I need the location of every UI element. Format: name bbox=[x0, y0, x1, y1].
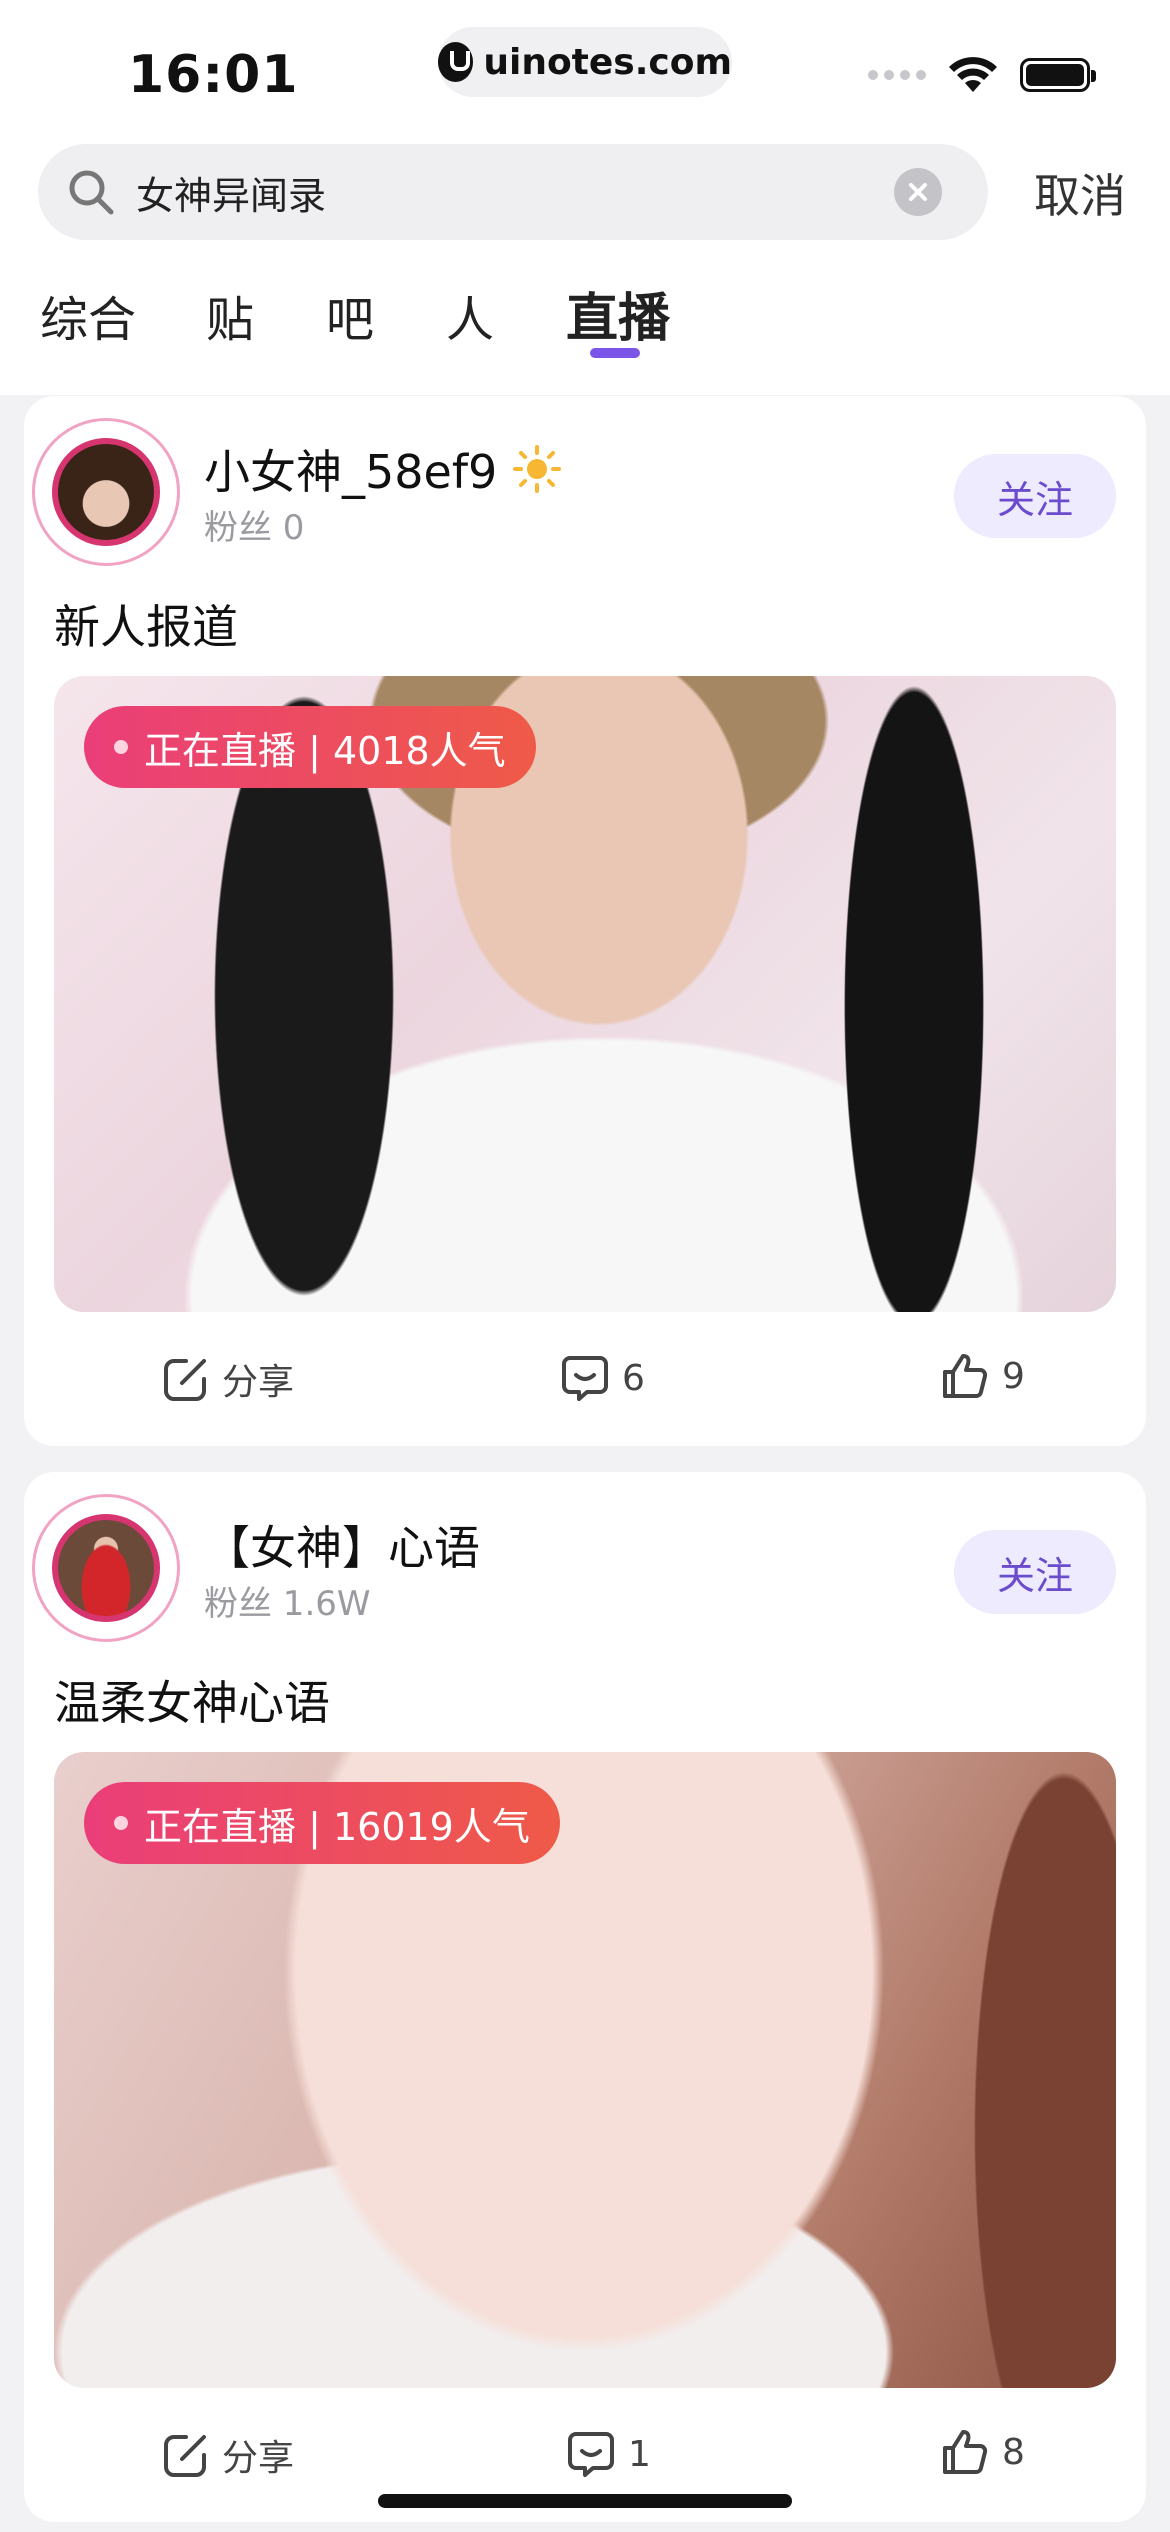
follow-button[interactable]: 关注 bbox=[954, 454, 1116, 538]
live-post-card[interactable]: 【女神】心语 粉丝 1.6W 关注 温柔女神心语 正在直播 | 16019人气 … bbox=[24, 1472, 1146, 2522]
live-dot-icon bbox=[114, 1816, 128, 1830]
wifi-icon bbox=[949, 57, 997, 92]
share-icon bbox=[164, 1359, 206, 1401]
live-stream-thumbnail[interactable]: 正在直播 | 16019人气 bbox=[54, 1752, 1116, 2388]
tab-posts[interactable]: 贴 bbox=[206, 280, 254, 350]
share-icon bbox=[164, 2435, 206, 2477]
share-button[interactable]: 分享 bbox=[162, 1353, 294, 1405]
comment-icon bbox=[562, 1356, 608, 1401]
url-pill[interactable]: uinotes.com bbox=[438, 27, 732, 97]
comment-icon bbox=[568, 2432, 614, 2477]
status-icons bbox=[868, 56, 1096, 94]
active-tab-indicator bbox=[590, 348, 640, 358]
signal-icon bbox=[868, 70, 926, 80]
thumbs-up-icon bbox=[943, 2430, 988, 2474]
tab-general[interactable]: 综合 bbox=[40, 280, 136, 350]
share-button[interactable]: 分享 bbox=[162, 2429, 294, 2481]
header: 16:01 uinotes.com 女神异闻录 取消 综合 贴 吧 人 直播 bbox=[0, 0, 1170, 395]
live-badge-text: 正在直播 | 16019人气 bbox=[144, 1804, 530, 1849]
url-text: uinotes.com bbox=[483, 41, 732, 83]
comment-button[interactable]: 6 bbox=[560, 1353, 645, 1403]
search-icon bbox=[69, 170, 114, 215]
home-indicator[interactable] bbox=[378, 2494, 792, 2508]
tab-people[interactable]: 人 bbox=[446, 280, 494, 350]
search-input[interactable]: 女神异闻录 bbox=[38, 144, 988, 240]
cancel-button[interactable]: 取消 bbox=[1034, 160, 1126, 226]
share-label: 分享 bbox=[222, 2438, 295, 2479]
comment-button[interactable]: 1 bbox=[566, 2429, 651, 2479]
tab-bar: 综合 贴 吧 人 直播 bbox=[0, 270, 1170, 370]
live-badge-text: 正在直播 | 4018人气 bbox=[144, 728, 506, 773]
thumbs-up-icon bbox=[943, 1354, 988, 1398]
post-title[interactable]: 温柔女神心语 bbox=[54, 1667, 330, 1733]
live-status-badge: 正在直播 | 4018人气 bbox=[84, 706, 536, 788]
tab-live[interactable]: 直播 bbox=[566, 276, 670, 351]
fan-count: 粉丝 1.6W bbox=[204, 1584, 371, 1624]
like-count: 9 bbox=[1002, 1355, 1025, 1397]
post-actions: 分享 6 9 bbox=[24, 1331, 1146, 1421]
post-actions: 分享 1 8 bbox=[24, 2407, 1146, 2497]
live-status-badge: 正在直播 | 16019人气 bbox=[84, 1782, 560, 1864]
avatar[interactable] bbox=[32, 1494, 180, 1642]
live-dot-icon bbox=[114, 740, 128, 754]
avatar-image bbox=[52, 438, 160, 546]
search-query: 女神异闻录 bbox=[136, 173, 327, 218]
follow-button[interactable]: 关注 bbox=[954, 1530, 1116, 1614]
fan-count: 粉丝 0 bbox=[204, 508, 305, 548]
like-button[interactable]: 8 bbox=[940, 2427, 1025, 2477]
comment-count: 1 bbox=[628, 2433, 651, 2475]
sun-icon bbox=[512, 445, 561, 493]
live-stream-thumbnail[interactable]: 正在直播 | 4018人气 bbox=[54, 676, 1116, 1312]
author-name-text: 小女神_58ef9 bbox=[204, 445, 498, 499]
avatar[interactable] bbox=[32, 418, 180, 566]
tab-forums[interactable]: 吧 bbox=[326, 280, 374, 350]
clear-search-button[interactable] bbox=[894, 168, 942, 216]
close-icon bbox=[909, 183, 927, 201]
battery-icon bbox=[1020, 58, 1096, 92]
like-button[interactable]: 9 bbox=[940, 1351, 1025, 1401]
avatar-image bbox=[52, 1514, 160, 1622]
status-time: 16:01 bbox=[128, 45, 299, 105]
author-name[interactable]: 【女神】心语 bbox=[204, 1512, 480, 1578]
like-count: 8 bbox=[1002, 2431, 1025, 2473]
lock-icon bbox=[438, 42, 474, 82]
live-post-card[interactable]: 小女神_58ef9 粉丝 0 关注 新人报道 正在直播 | 4018人气 分享 bbox=[24, 396, 1146, 1446]
author-name[interactable]: 小女神_58ef9 bbox=[204, 436, 562, 502]
post-title[interactable]: 新人报道 bbox=[54, 591, 238, 657]
share-label: 分享 bbox=[222, 1362, 295, 1403]
comment-count: 6 bbox=[622, 1357, 645, 1399]
